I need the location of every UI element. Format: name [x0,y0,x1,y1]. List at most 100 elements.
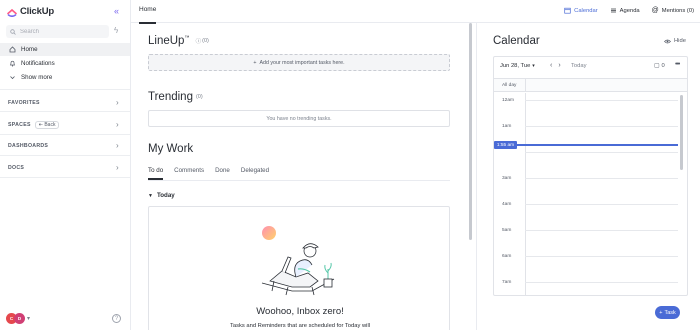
hour-line [525,256,678,257]
section-label: DOCS [8,164,25,171]
sidebar-section-favorites[interactable]: FAVORITES › [0,95,130,110]
new-task-label: Task [664,309,676,316]
quick-action-bolt-icon[interactable]: ϟ [114,26,118,35]
divider [0,177,130,178]
empty-state-subtitle: Tasks and Reminders that are scheduled f… [229,323,371,329]
plus-icon: + [253,59,257,66]
section-label: FAVORITES [8,99,40,106]
chevron-right-icon: › [116,163,119,172]
today-button[interactable]: Today [571,63,586,69]
main-content: LineUp™ ⓘ (0) + Add your most important t… [131,23,472,330]
all-day-label: All day [502,83,517,88]
trending-count: (0) [195,93,203,100]
next-day-icon[interactable]: › [558,62,560,69]
empty-state-title: Woohoo, Inbox zero! [256,306,344,317]
home-icon [8,46,16,54]
bell-icon [8,60,16,68]
new-task-button[interactable]: + Task [655,306,680,319]
user-menu[interactable]: C D ▾ [6,313,30,324]
prev-day-icon[interactable]: ‹ [550,62,552,69]
chevron-down-icon [8,74,16,82]
caret-down-icon: ▼ [148,192,153,199]
trademark-mark: ™ [184,35,190,42]
date-navigation: ‹ › [550,62,561,69]
hour-line [525,100,678,101]
trending-heading: Trending (0) [148,91,203,103]
back-button[interactable]: ⇤ Back [34,120,60,129]
hour-line [525,230,678,231]
hour-label: 12am [502,98,514,103]
calendar-count[interactable]: ▢ 0 [654,63,665,69]
calendar-icon [564,7,571,14]
info-icon: ⓘ [195,38,202,45]
search-input[interactable] [20,28,100,35]
search-icon [10,28,16,35]
help-icon[interactable]: ? [112,314,121,323]
tab-home[interactable]: Home [139,6,157,24]
hour-label: 5am [502,228,512,233]
divider [0,155,130,156]
sidebar: ClickUp « ϟ Home Notifications Show more… [0,0,131,330]
hour-label: 1am [502,124,512,129]
divider [0,111,130,112]
app-name: ClickUp [20,6,54,17]
sidebar-item-notifications[interactable]: Notifications [0,57,130,70]
current-time-line [517,144,678,146]
plus-icon: + [659,309,663,316]
add-lineup-label: Add your most important tasks here. [259,59,345,66]
agenda-view-button[interactable]: Agenda [610,7,640,14]
tab-delegated[interactable]: Delegated [241,167,269,174]
lineup-title: LineUp [148,35,185,47]
hour-line [525,178,678,179]
avatar: D [14,313,25,324]
date-label: Jun 28, Tue [500,63,531,69]
agenda-view-label: Agenda [619,7,640,14]
calendar-small-icon: ▢ [654,63,660,69]
eye-icon [664,39,671,43]
collapse-sidebar-icon[interactable]: « [114,6,119,16]
clickup-logo-icon [7,8,17,17]
calendar-count-value: 0 [661,63,665,69]
hour-label: 6am [502,254,512,259]
view-switcher: Calendar Agenda @ Mentions (0) [564,7,694,14]
tab-to-do[interactable]: To do [148,167,164,180]
search-box[interactable] [6,25,109,38]
date-picker[interactable]: Jun 28, Tue ▾ [500,63,535,69]
divider [0,89,130,90]
tab-comments[interactable]: Comments [174,167,204,174]
app-logo[interactable]: ClickUp [7,6,54,17]
chevron-right-icon: › [116,98,119,107]
divider [525,79,526,92]
current-time-badge: 1:55 am [494,141,517,149]
hour-label: 7am [502,280,512,285]
main-scrollbar[interactable] [469,23,472,240]
sidebar-item-label: Show more [21,74,53,81]
sidebar-item-home[interactable]: Home [0,43,130,56]
sidebar-item-label: Notifications [21,60,55,67]
calendar-scrollbar[interactable] [680,95,683,170]
hide-label: Hide [674,38,686,44]
time-column-divider [525,93,526,295]
trending-empty-text: You have no trending tasks. [266,115,332,122]
agenda-icon [610,8,616,13]
sidebar-item-show-more[interactable]: Show more [0,71,130,84]
hour-line [525,204,678,205]
mentions-button[interactable]: @ Mentions (0) [652,7,694,14]
sidebar-section-dashboards[interactable]: DASHBOARDS › [0,138,130,153]
sidebar-section-spaces[interactable]: SPACES ⇤ Back › [0,117,130,132]
trending-title: Trending [148,91,193,103]
inbox-zero-card: Woohoo, Inbox zero! Tasks and Reminders … [148,206,450,330]
mentions-label: Mentions (0) [661,7,694,14]
calendar-view-button[interactable]: Calendar [564,7,598,14]
today-group-toggle[interactable]: ▼ Today [148,192,175,199]
hide-calendar-button[interactable]: Hide [664,38,686,44]
chevron-right-icon: › [116,120,119,129]
sidebar-section-docs[interactable]: DOCS › [0,160,130,175]
hour-line [525,126,678,127]
all-day-row[interactable]: All day [494,78,687,92]
add-lineup-task-button[interactable]: + Add your most important tasks here. [148,54,450,71]
tab-done[interactable]: Done [215,167,230,174]
day-grid[interactable]: 12am 1am 3am 4am 5am 6am 7am 1:55 am [494,93,687,295]
more-options-icon[interactable]: ••• [675,61,680,68]
calendar-widget: Jun 28, Tue ▾ ‹ › Today ▢ 0 ••• All day [493,56,688,296]
